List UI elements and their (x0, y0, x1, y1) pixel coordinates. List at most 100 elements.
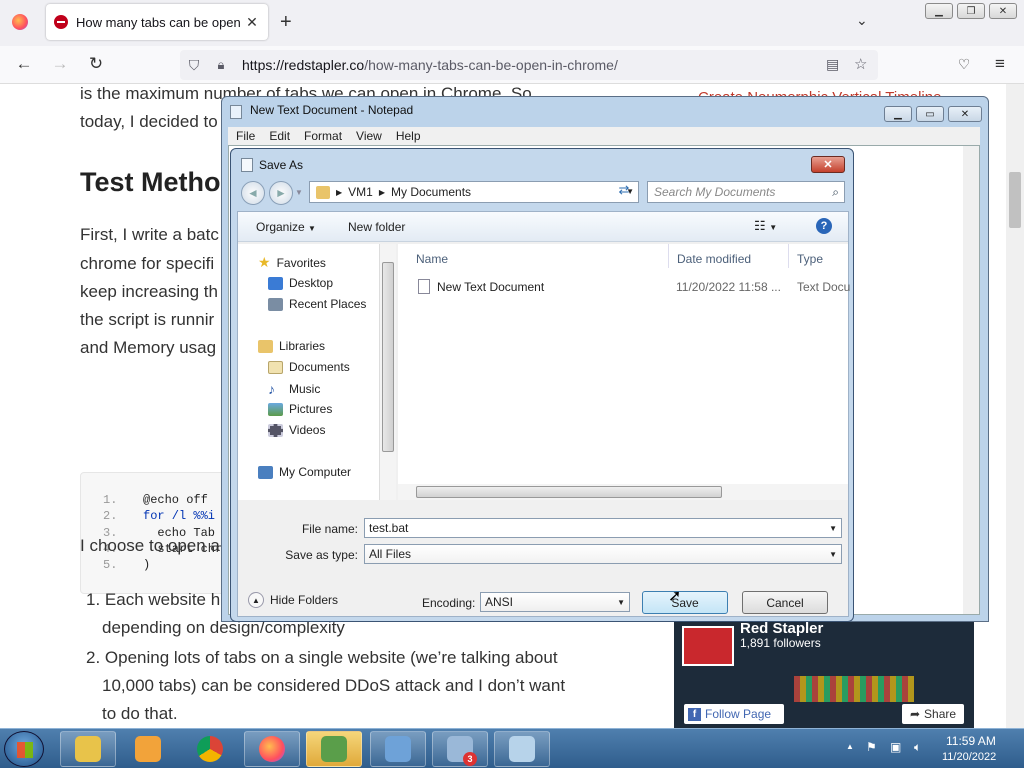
refresh-icon[interactable]: ⇄ (613, 182, 635, 202)
menu-view[interactable]: View (356, 129, 382, 143)
taskbar: 3 ▲ ⚑ ▣ 🔈︎ 11:59 AM 11/20/2022 (0, 728, 1024, 768)
paragraph-line: I choose to open a (80, 536, 220, 555)
nav-desktop[interactable]: Desktop (268, 276, 333, 290)
new-folder-button[interactable]: New folder (348, 220, 405, 234)
menu-file[interactable]: File (236, 129, 255, 143)
taskbar-users-app[interactable] (306, 731, 362, 767)
volume-icon[interactable]: 🔈︎ (914, 740, 921, 755)
forward-arrow-icon[interactable]: → (46, 50, 74, 78)
menu-edit[interactable]: Edit (269, 129, 290, 143)
reload-icon[interactable]: ↻ (82, 50, 110, 78)
file-name-dropdown-icon[interactable]: ▼ (829, 524, 837, 533)
browser-restore-button[interactable]: ❐ (957, 3, 985, 19)
nav-recent-places[interactable]: Recent Places (268, 297, 366, 311)
reader-view-icon[interactable]: ▤ (826, 56, 839, 73)
nav-music[interactable]: ♪ Music (268, 381, 320, 397)
bookmark-star-icon[interactable]: ☆ (854, 55, 867, 73)
menu-hamburger-icon[interactable]: ≡ (986, 50, 1014, 78)
tracking-shield-icon[interactable]: ⛉ (180, 57, 208, 74)
recent-pages-chevron-icon[interactable]: ▼ (295, 188, 303, 197)
notepad-maximize-button[interactable]: ▭ (916, 106, 944, 122)
forward-button[interactable]: ► (269, 181, 293, 205)
back-arrow-icon[interactable]: ← (10, 50, 38, 78)
save-type-dropdown-icon[interactable]: ▼ (829, 550, 837, 559)
column-header-type[interactable]: Type (797, 252, 823, 266)
fb-followers: 1,891 followers (740, 636, 821, 650)
clock-time[interactable]: 11:59 AM (946, 734, 996, 748)
scrollbar-thumb[interactable] (1009, 172, 1021, 228)
nav-videos[interactable]: Videos (268, 423, 325, 437)
organize-button[interactable]: Organize ▼ (256, 220, 316, 234)
nav-pictures[interactable]: Pictures (268, 402, 332, 416)
back-button[interactable]: ◄ (241, 181, 265, 205)
action-center-icon[interactable]: ⚑ (866, 740, 877, 754)
save-button[interactable]: Save (642, 591, 728, 614)
taskbar-control-panel[interactable] (370, 731, 426, 767)
table-row[interactable]: New Text Document 11/20/2022 11:58 ... T… (414, 278, 854, 296)
notepad-minimize-button[interactable]: ▁ (884, 106, 912, 122)
computer-icon (258, 465, 273, 479)
taskbar-notepad[interactable] (494, 731, 550, 767)
browser-close-button[interactable]: ✕ (989, 3, 1017, 19)
nav-my-computer[interactable]: My Computer (258, 465, 351, 479)
file-name-input[interactable]: test.bat ▼ (364, 518, 842, 538)
page-scrollbar[interactable] (1006, 84, 1024, 728)
breadcrumb-vm1[interactable]: VM1 (348, 185, 373, 199)
section-heading: Test Metho (80, 167, 221, 197)
new-tab-icon[interactable]: + (280, 11, 292, 34)
menu-help[interactable]: Help (396, 129, 421, 143)
start-button[interactable] (4, 731, 44, 767)
taskbar-explorer[interactable] (60, 731, 116, 767)
menu-format[interactable]: Format (304, 129, 342, 143)
search-input[interactable]: Search My Documents ⌕ (647, 181, 845, 203)
cancel-button[interactable]: Cancel (742, 591, 828, 614)
view-options-icon[interactable]: ☷ ▼ (754, 218, 777, 234)
column-header-date[interactable]: Date modified (677, 252, 751, 266)
taskbar-media-player[interactable] (120, 731, 176, 767)
column-header-name[interactable]: Name (416, 252, 448, 266)
notepad-scrollbar[interactable] (963, 146, 979, 614)
notepad-close-button[interactable]: ✕ (948, 106, 982, 122)
encoding-select[interactable]: ANSI ▼ (480, 592, 630, 612)
nav-favorites[interactable]: ★ Favorites (258, 254, 326, 271)
browser-minimize-button[interactable]: ▁ (925, 3, 953, 19)
pocket-icon[interactable]: ♡ (950, 50, 978, 78)
file-name: New Text Document (437, 280, 545, 294)
show-hidden-icons-icon[interactable]: ▲ (846, 742, 854, 751)
taskbar-search-app[interactable]: 3 (432, 731, 488, 767)
facebook-page-card[interactable]: Red Stapler 1,891 followers f Follow Page… (674, 620, 974, 728)
taskbar-firefox[interactable] (244, 731, 300, 767)
network-icon[interactable]: ▣ (890, 740, 901, 754)
organize-label: Organize (256, 220, 305, 234)
nav-documents[interactable]: Documents (268, 360, 350, 374)
navigation-pane: ★ Favorites Desktop Recent Places Librari… (238, 244, 380, 500)
hide-folders-button[interactable]: ▲ Hide Folders (248, 592, 338, 608)
file-list-h-scrollbar[interactable] (398, 484, 848, 500)
url-host: https://redstapler.co (242, 57, 365, 73)
breadcrumb-my-documents[interactable]: My Documents (391, 185, 471, 199)
mouse-cursor-icon: ➚ (668, 588, 682, 605)
control-panel-icon (385, 736, 411, 762)
dialog-close-button[interactable]: ✕ (811, 156, 845, 173)
help-icon[interactable]: ? (816, 218, 832, 234)
clock-date[interactable]: 11/20/2022 (942, 751, 996, 763)
site-favicon-icon (54, 15, 68, 29)
url-bar[interactable]: ⛉ 🔒︎ https://redstapler.co /how-many-tab… (180, 50, 878, 80)
browser-tab-active[interactable]: How many tabs can be open in ✕ (46, 4, 268, 40)
share-button[interactable]: ➦ Share (902, 704, 964, 724)
scrollbar-thumb[interactable] (382, 262, 394, 452)
lock-icon[interactable]: 🔒︎ (208, 57, 234, 73)
nav-label: Videos (289, 423, 326, 437)
follow-page-button[interactable]: f Follow Page (684, 704, 784, 724)
nav-pane-scrollbar[interactable] (380, 244, 396, 500)
scrollbar-thumb[interactable] (416, 486, 722, 498)
nav-libraries[interactable]: Libraries (258, 339, 325, 353)
save-type-select[interactable]: All Files ▼ (364, 544, 842, 564)
search-placeholder: Search My Documents (654, 185, 776, 199)
paragraph-line: the script is runnir (80, 310, 215, 329)
encoding-dropdown-icon[interactable]: ▼ (617, 598, 625, 607)
tab-close-icon[interactable]: ✕ (244, 14, 260, 31)
taskbar-chrome[interactable] (182, 731, 238, 767)
list-tabs-chevron-icon[interactable]: ⌄ (856, 12, 868, 29)
address-breadcrumb[interactable]: ▶ VM1 ▶ My Documents ▼ (309, 181, 639, 203)
